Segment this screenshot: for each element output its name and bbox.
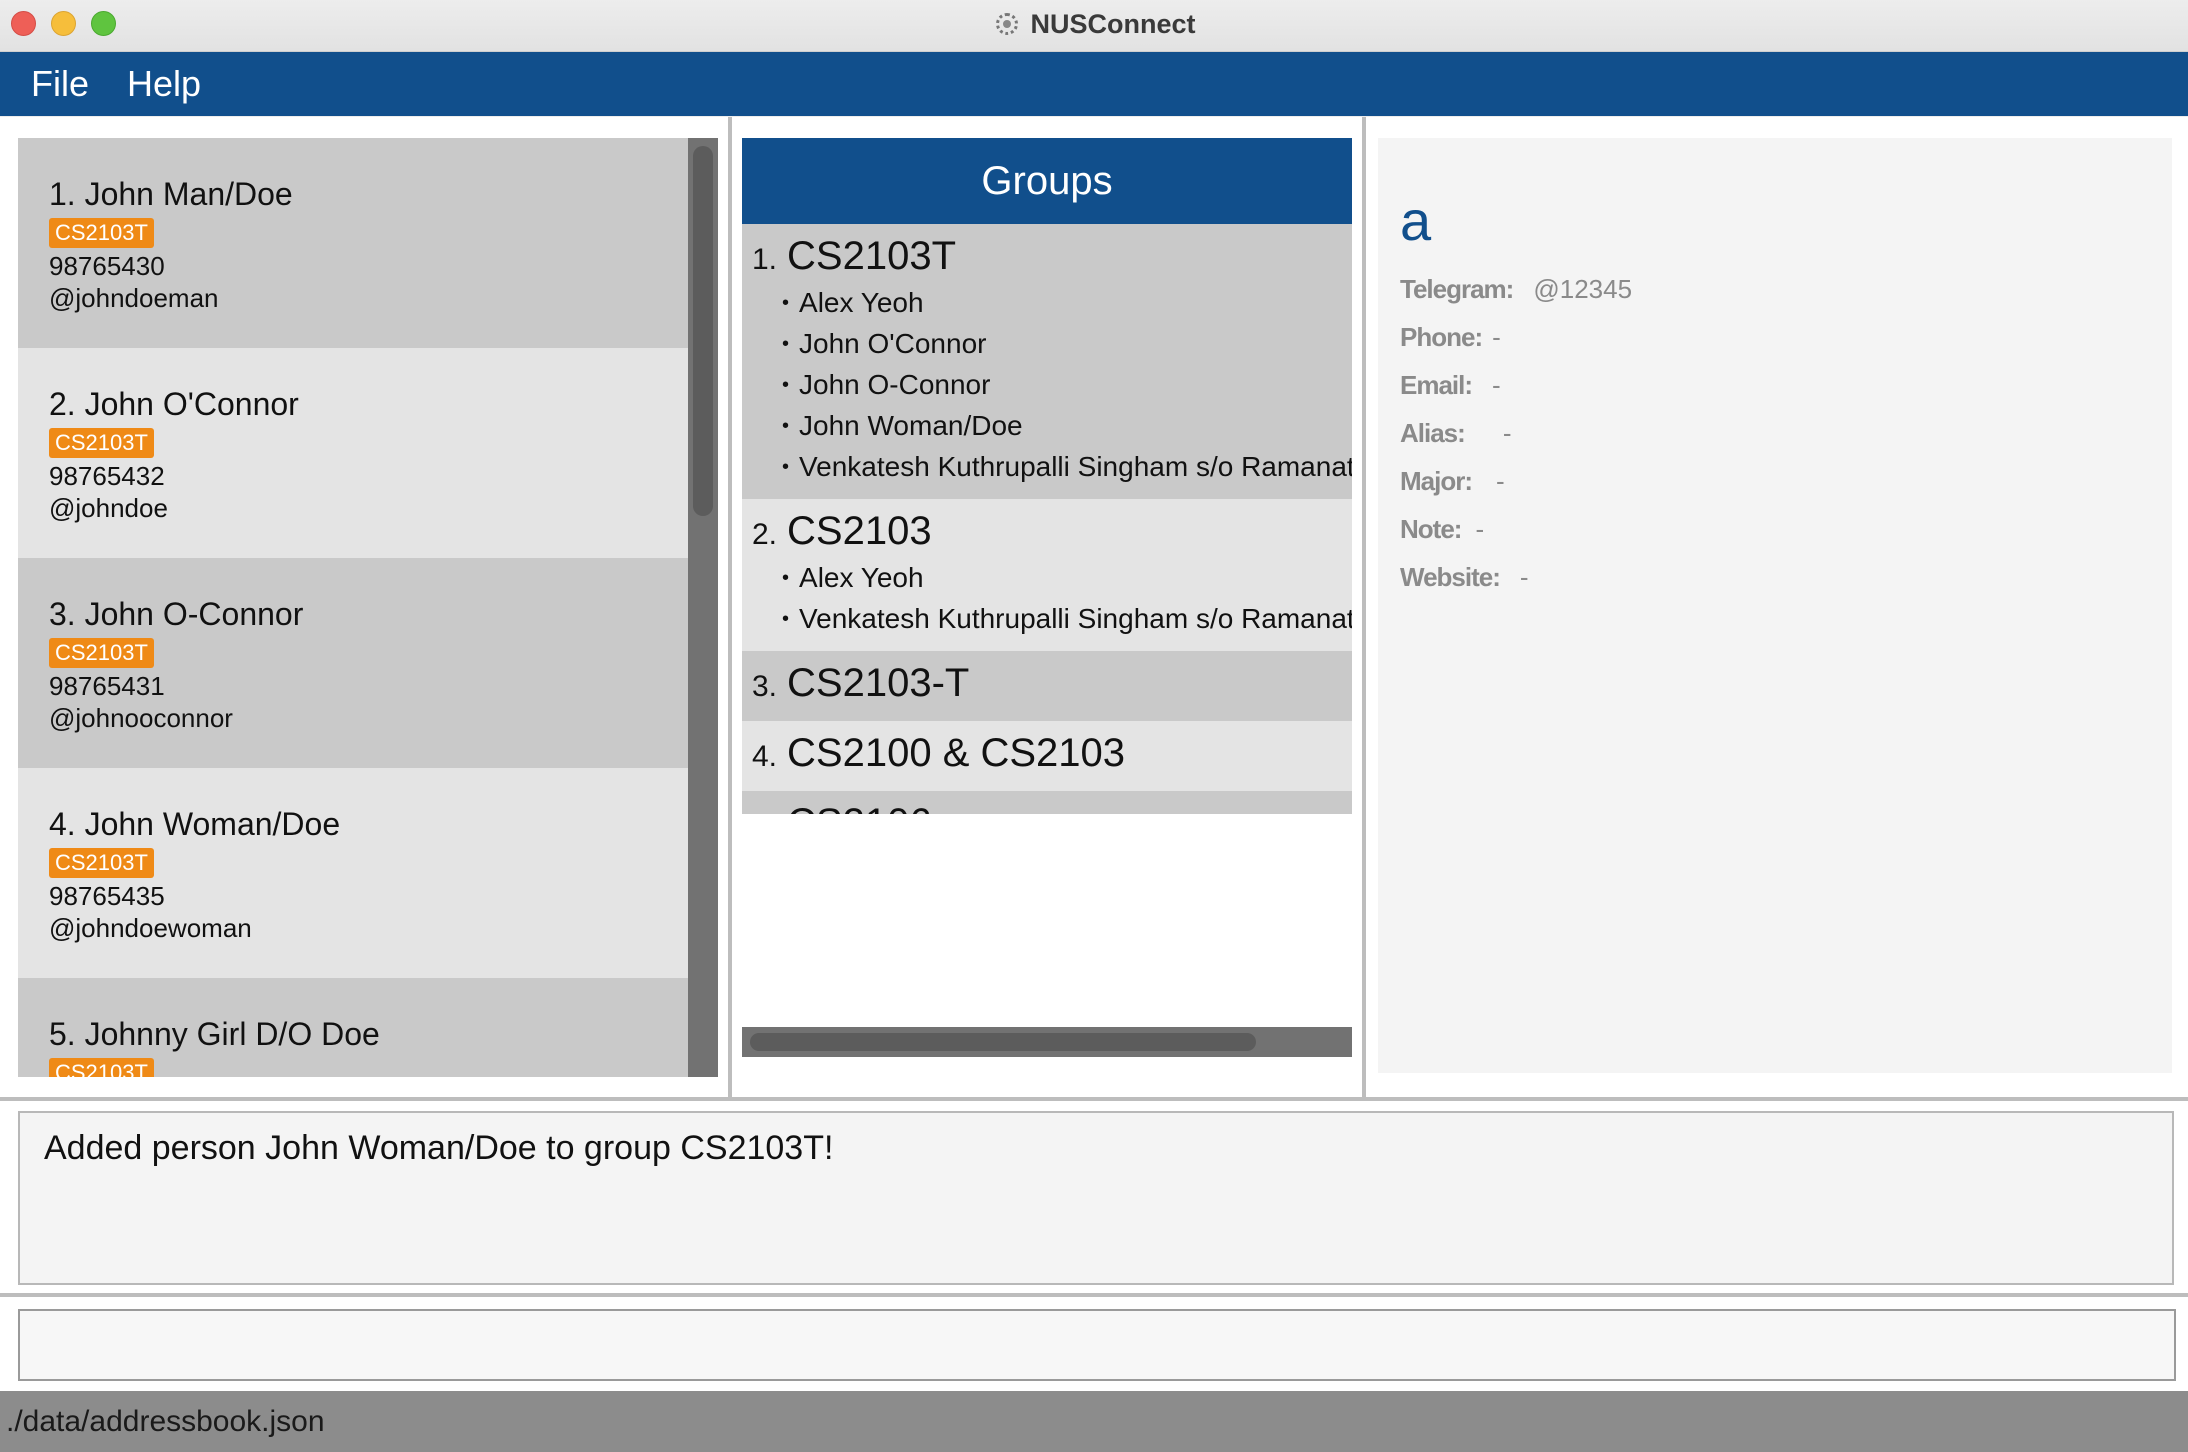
menu-help[interactable]: Help <box>107 63 219 105</box>
group-list-panel: Groups 1. CS2103T Alex Yeoh John O'Connor… <box>732 117 1362 1097</box>
person-tag: CS2103T <box>49 1058 154 1077</box>
person-name: 4. John Woman/Doe <box>49 806 341 842</box>
person-tag: CS2103T <box>49 848 154 878</box>
group-member: John O'Connor <box>752 325 1352 366</box>
person-name: 3. John O-Connor <box>49 596 304 632</box>
group-list-horizontal-scrollbar[interactable] <box>742 1027 1352 1057</box>
detail-note-row: Note: - <box>1400 514 1484 545</box>
detail-website-value: - <box>1519 562 1529 592</box>
detail-note-label: Note: <box>1400 514 1462 544</box>
detail-website-label: Website: <box>1400 562 1501 592</box>
person-name: 5. Johnny Girl D/O Doe <box>49 1016 380 1052</box>
group-member: Alex Yeoh <box>752 559 1352 600</box>
person-list-scrollbar[interactable] <box>688 138 718 1077</box>
group-name: CS2106 <box>787 801 932 814</box>
detail-major-row: Major: - <box>1400 466 1505 497</box>
group-card[interactable]: 3. CS2103-T <box>742 651 1352 721</box>
command-input[interactable] <box>18 1309 2176 1381</box>
person-tag: CS2103T <box>49 428 154 458</box>
detail-note-value: - <box>1475 514 1485 544</box>
detail-major-label: Major: <box>1400 466 1473 496</box>
person-card[interactable]: 1. John Man/Doe CS2103T 98765430 @johndo… <box>18 138 688 348</box>
group-name: CS2100 & CS2103 <box>787 731 1126 775</box>
save-location-path: ./data/addressbook.json <box>6 1404 325 1438</box>
person-list[interactable]: 1. John Man/Doe CS2103T 98765430 @johndo… <box>18 138 688 1077</box>
title-bar: NUSConnect <box>0 0 2188 52</box>
person-details: a Telegram: @12345 Phone: - Email: - Ali… <box>1378 138 2172 1073</box>
person-card[interactable]: 5. Johnny Girl D/O Doe CS2103T <box>18 978 688 1077</box>
person-card[interactable]: 3. John O-Connor CS2103T 98765431 @johno… <box>18 558 688 768</box>
detail-major-value: - <box>1496 466 1505 496</box>
result-display-panel: Added person John Woman/Doe to group CS2… <box>0 1101 2188 1293</box>
group-index: 5. <box>752 810 777 814</box>
group-member: John O-Connor <box>752 366 1352 407</box>
person-telegram: @johndoeman <box>49 283 219 313</box>
person-card[interactable]: 2. John O'Connor CS2103T 98765432 @johnd… <box>18 348 688 558</box>
group-card[interactable]: 4. CS2100 & CS2103 <box>742 721 1352 791</box>
person-card[interactable]: 4. John Woman/Doe CS2103T 98765435 @john… <box>18 768 688 978</box>
group-card[interactable]: 1. CS2103T Alex Yeoh John O'Connor John O… <box>742 224 1352 499</box>
window-title-group: NUSConnect <box>0 0 2188 48</box>
person-phone: 98765435 <box>49 881 165 911</box>
person-list-panel: 1. John Man/Doe CS2103T 98765430 @johndo… <box>0 117 728 1097</box>
status-bar: ./data/addressbook.json <box>0 1391 2188 1452</box>
person-name: 1. John Man/Doe <box>49 176 293 212</box>
group-card[interactable]: 5. CS2106 <box>742 791 1352 814</box>
person-phone: 98765430 <box>49 251 165 281</box>
group-name: CS2103T <box>787 234 957 278</box>
person-details-panel: a Telegram: @12345 Phone: - Email: - Ali… <box>1366 117 2188 1097</box>
person-phone: 98765431 <box>49 671 165 701</box>
window-title: NUSConnect <box>1030 8 1196 39</box>
group-name: CS2103 <box>787 509 932 553</box>
group-list[interactable]: 1. CS2103T Alex Yeoh John O'Connor John O… <box>742 224 1352 814</box>
detail-email-label: Email: <box>1400 370 1473 400</box>
detail-website-row: Website: - <box>1400 562 1529 593</box>
group-member: John Woman/Doe <box>752 407 1352 448</box>
group-index: 2. <box>752 518 778 551</box>
person-tag: CS2103T <box>49 218 154 248</box>
menu-file[interactable]: File <box>0 63 107 105</box>
person-telegram: @johnooconnor <box>49 703 233 733</box>
detail-email-row: Email: - <box>1400 370 1501 401</box>
group-member: Venkatesh Kuthrupalli Singham s/o Ramana… <box>752 600 1352 641</box>
detail-email-value: - <box>1492 370 1501 400</box>
menu-bar: File Help <box>0 52 2188 116</box>
group-name: CS2103-T <box>787 661 970 705</box>
app-icon <box>992 9 1022 39</box>
group-list-scroll-thumb[interactable] <box>750 1033 1256 1051</box>
detail-alias-row: Alias: - <box>1400 418 1511 449</box>
detail-telegram-row: Telegram: @12345 <box>1400 274 1632 305</box>
detail-telegram-value: @12345 <box>1533 274 1633 304</box>
detail-alias-value: - <box>1502 418 1512 448</box>
result-display[interactable]: Added person John Woman/Doe to group CS2… <box>18 1111 2174 1285</box>
detail-telegram-label: Telegram: <box>1400 274 1514 304</box>
group-member: Alex Yeoh <box>752 284 1352 325</box>
person-telegram: @johndoewoman <box>49 913 252 943</box>
groups-header: Groups <box>742 138 1352 224</box>
person-telegram: @johndoe <box>49 493 168 523</box>
group-member: Venkatesh Kuthrupalli Singham s/o Ramana… <box>752 448 1352 489</box>
person-phone: 98765432 <box>49 461 165 491</box>
detail-name: a <box>1400 189 1432 252</box>
detail-phone-value: - <box>1492 322 1501 352</box>
group-index: 1. <box>752 243 778 276</box>
group-index: 4. <box>752 740 778 773</box>
person-list-scroll-thumb[interactable] <box>693 146 713 516</box>
group-card[interactable]: 2. CS2103 Alex Yeoh Venkatesh Kuthrupalli… <box>742 499 1352 651</box>
person-name: 2. John O'Connor <box>49 386 299 422</box>
detail-phone-row: Phone: - <box>1400 322 1501 353</box>
command-box-panel <box>0 1297 2188 1391</box>
detail-alias-label: Alias: <box>1400 418 1466 448</box>
group-index: 3. <box>752 670 778 703</box>
detail-phone-label: Phone: <box>1400 322 1483 352</box>
person-tag: CS2103T <box>49 638 154 668</box>
